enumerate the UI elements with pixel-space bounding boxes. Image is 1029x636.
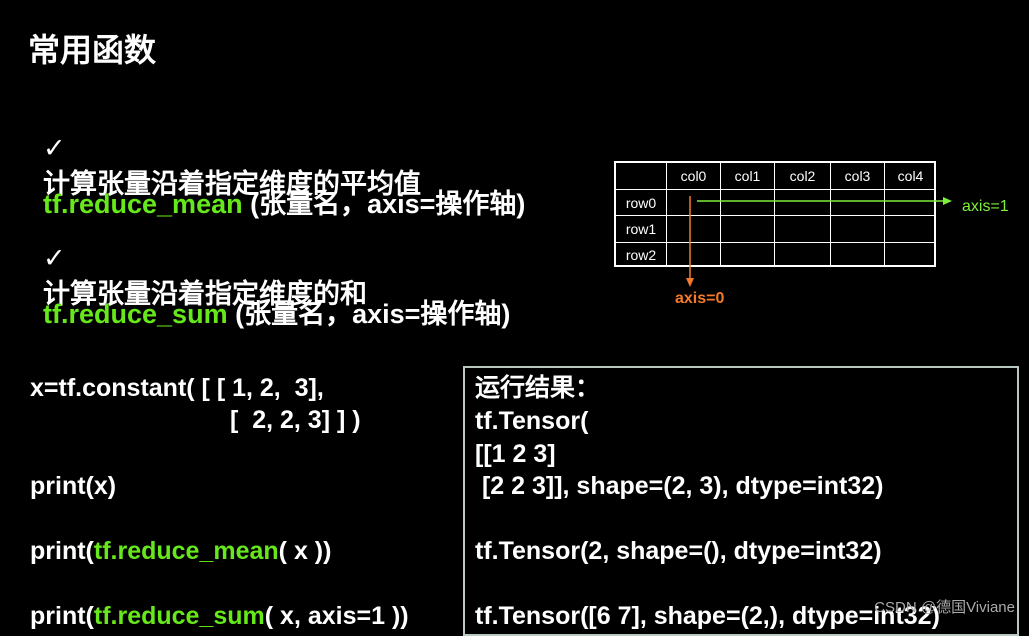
code-line-4: print(tf.reduce_mean( x )) bbox=[30, 535, 331, 567]
code-line-5: print(tf.reduce_sum( x, axis=1 )) bbox=[30, 600, 409, 632]
result-line-5: tf.Tensor([6 7], shape=(2,), dtype=int32… bbox=[475, 602, 940, 630]
code-line-2: [ 2, 2, 3] ] ) bbox=[230, 406, 361, 434]
axis1-arrowhead bbox=[943, 197, 952, 205]
code-print: print( bbox=[30, 537, 94, 565]
axis0-arrowhead bbox=[686, 278, 694, 287]
code-line-3: print(x) bbox=[30, 472, 117, 500]
code-args: ( x )) bbox=[278, 537, 332, 565]
result-line-1: tf.Tensor( bbox=[475, 407, 589, 435]
axis1-label: axis=1 bbox=[962, 198, 1009, 215]
result-line-2: [[1 2 3] bbox=[475, 440, 556, 468]
result-header: 运行结果： bbox=[475, 374, 601, 402]
watermark: CSDN @德国Viviane bbox=[874, 599, 1015, 616]
code-fn-mean: tf.reduce_mean bbox=[93, 537, 279, 565]
code-line-1: x=tf.constant( [ [ 1, 2, 3], bbox=[30, 374, 324, 402]
code-args: ( x, axis=1 )) bbox=[264, 602, 409, 630]
axis0-label: axis=0 bbox=[675, 290, 725, 307]
code-fn-sum: tf.reduce_sum bbox=[93, 602, 265, 630]
code-print: print( bbox=[30, 602, 94, 630]
result-line-3: [2 2 3]], shape=(2, 3), dtype=int32) bbox=[475, 472, 884, 500]
result-line-4: tf.Tensor(2, shape=(), dtype=int32) bbox=[475, 537, 882, 565]
